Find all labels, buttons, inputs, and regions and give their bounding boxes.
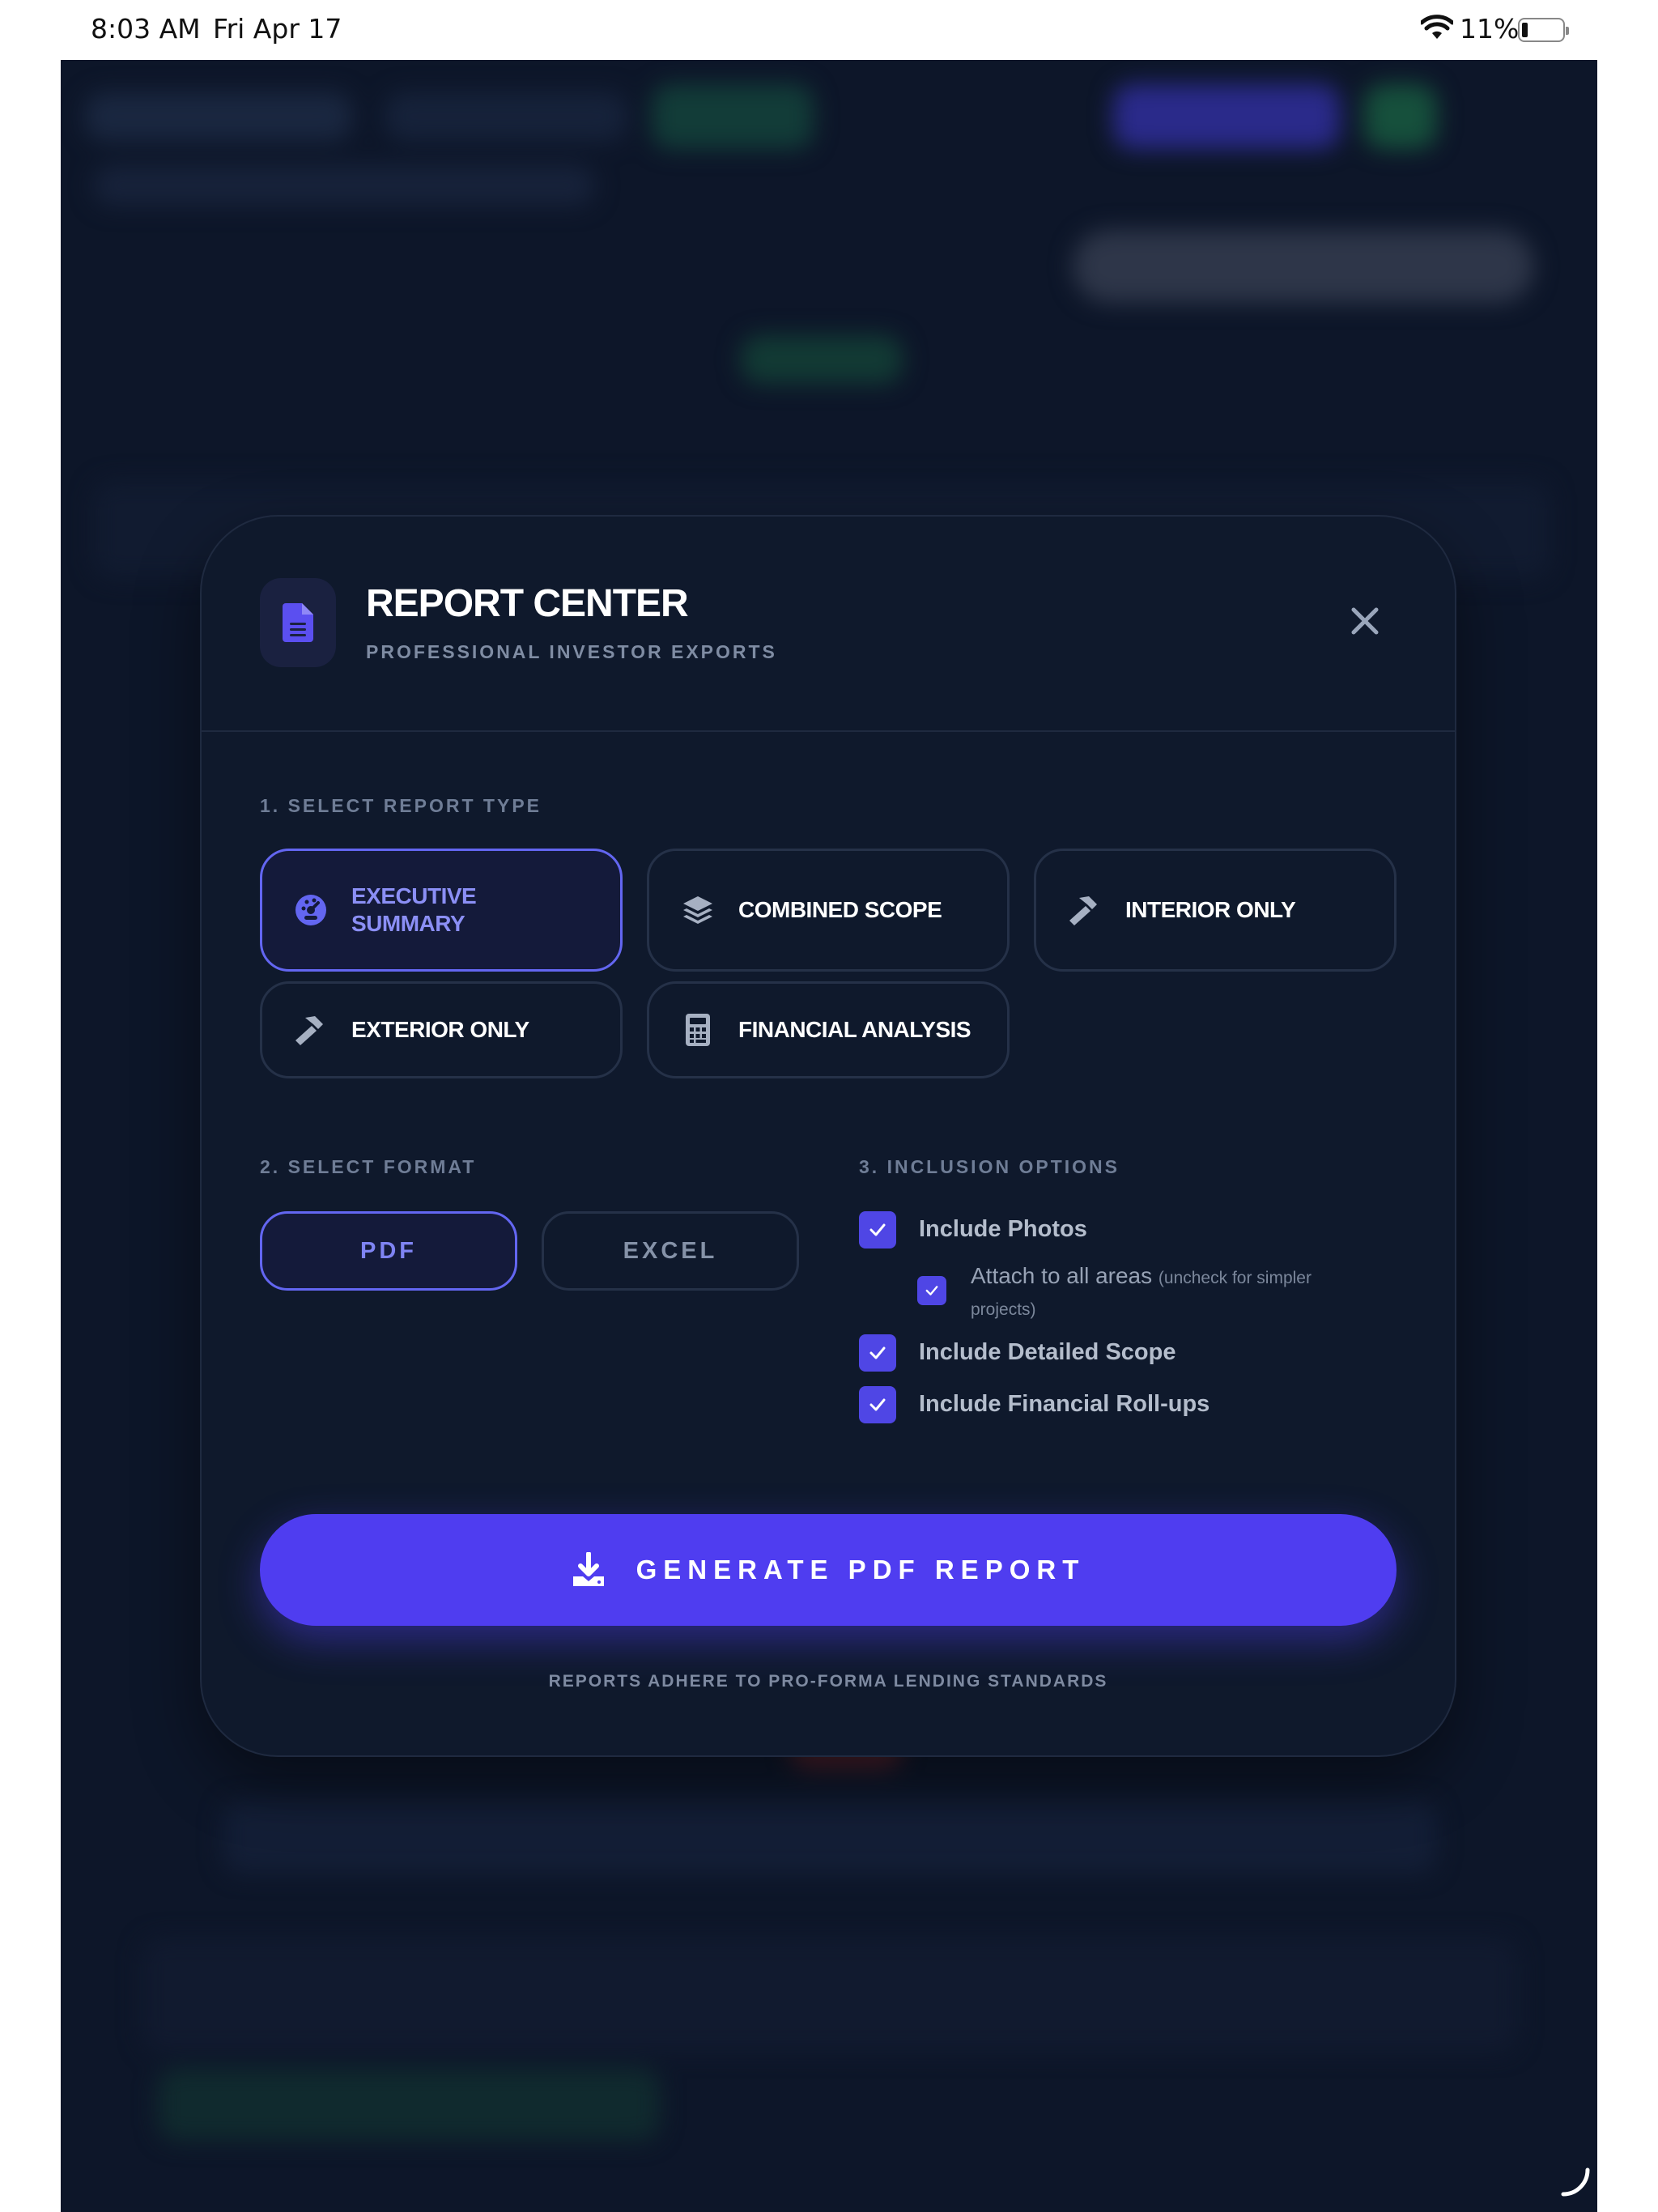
report-type-label-text: INTERIOR ONLY: [1125, 897, 1296, 922]
wifi-icon: [1421, 15, 1453, 39]
report-type-interior-only[interactable]: INTERIOR ONLY: [1034, 849, 1397, 972]
generate-report-label: GENERATE PDF REPORT: [636, 1555, 1086, 1585]
app-screen: 8:03 AM Fri Apr 17 11% REPORT CENTER PRO…: [61, 0, 1597, 2212]
format-excel-button[interactable]: EXCEL: [542, 1211, 799, 1291]
document-icon: [260, 578, 336, 667]
detailed-scope-label: Include Detailed Scope: [919, 1339, 1176, 1365]
checkmark-icon: [925, 1286, 938, 1295]
report-center-modal: REPORT CENTER PROFESSIONAL INVESTOR EXPO…: [200, 515, 1456, 1757]
report-type-combined-scope[interactable]: COMBINED SCOPE: [647, 849, 1010, 972]
battery-percent: 11%: [1460, 13, 1520, 45]
hammer-icon: [1067, 892, 1103, 928]
loading-spinner-icon: [1561, 2167, 1590, 2197]
detailed-scope-checkbox[interactable]: [859, 1334, 896, 1372]
layers-icon: [680, 892, 716, 928]
report-type-exterior-only[interactable]: EXTERIOR ONLY: [260, 981, 623, 1078]
financial-rollups-label: Include Financial Roll-ups: [919, 1391, 1210, 1417]
report-type-label-text: FINANCIAL ANALYSIS: [738, 1017, 971, 1042]
report-type-label-text: EXECUTIVE SUMMARY: [351, 883, 477, 936]
hammer-icon: [293, 1012, 329, 1048]
lending-standards-footnote: REPORTS ADHERE TO PRO-FORMA LENDING STAN…: [548, 1672, 1108, 1691]
modal-title: REPORT CENTER: [366, 582, 689, 625]
attach-all-areas-text: Attach to all areas (uncheck for simpler…: [971, 1261, 1375, 1325]
attach-all-areas-label: Attach to all areas: [971, 1263, 1153, 1288]
modal-header: REPORT CENTER PROFESSIONAL INVESTOR EXPO…: [202, 517, 1455, 732]
report-type-executive-summary[interactable]: EXECUTIVE SUMMARY: [260, 849, 623, 972]
report-type-label-text: EXTERIOR ONLY: [351, 1017, 529, 1042]
checkmark-icon: [869, 1346, 886, 1359]
dashboard-gauge-icon: [293, 892, 329, 928]
calculator-icon: [680, 1012, 716, 1048]
modal-subtitle: PROFESSIONAL INVESTOR EXPORTS: [366, 641, 777, 662]
status-bar: 8:03 AM Fri Apr 17 11%: [61, 0, 1597, 60]
financial-rollups-checkbox[interactable]: [859, 1386, 896, 1423]
checkmark-icon: [869, 1223, 886, 1236]
include-photos-label: Include Photos: [919, 1216, 1087, 1242]
attach-all-areas-checkbox[interactable]: [917, 1276, 946, 1305]
inclusion-label: 3. INCLUSION OPTIONS: [859, 1156, 1120, 1177]
status-date: Fri Apr 17: [213, 13, 342, 45]
generate-report-button[interactable]: GENERATE PDF REPORT: [260, 1514, 1397, 1626]
close-button[interactable]: [1343, 599, 1387, 643]
battery-icon: [1518, 18, 1569, 42]
checkmark-icon: [869, 1398, 886, 1411]
include-photos-checkbox[interactable]: [859, 1211, 896, 1249]
close-icon: [1351, 607, 1379, 635]
report-type-financial-analysis[interactable]: FINANCIAL ANALYSIS: [647, 981, 1010, 1078]
download-icon: [572, 1552, 604, 1586]
report-type-label: 1. SELECT REPORT TYPE: [260, 795, 542, 816]
status-time: 8:03 AM: [91, 13, 201, 45]
report-type-label-text: COMBINED SCOPE: [738, 897, 942, 922]
format-label: 2. SELECT FORMAT: [260, 1156, 477, 1177]
format-pdf-button[interactable]: PDF: [260, 1211, 517, 1291]
